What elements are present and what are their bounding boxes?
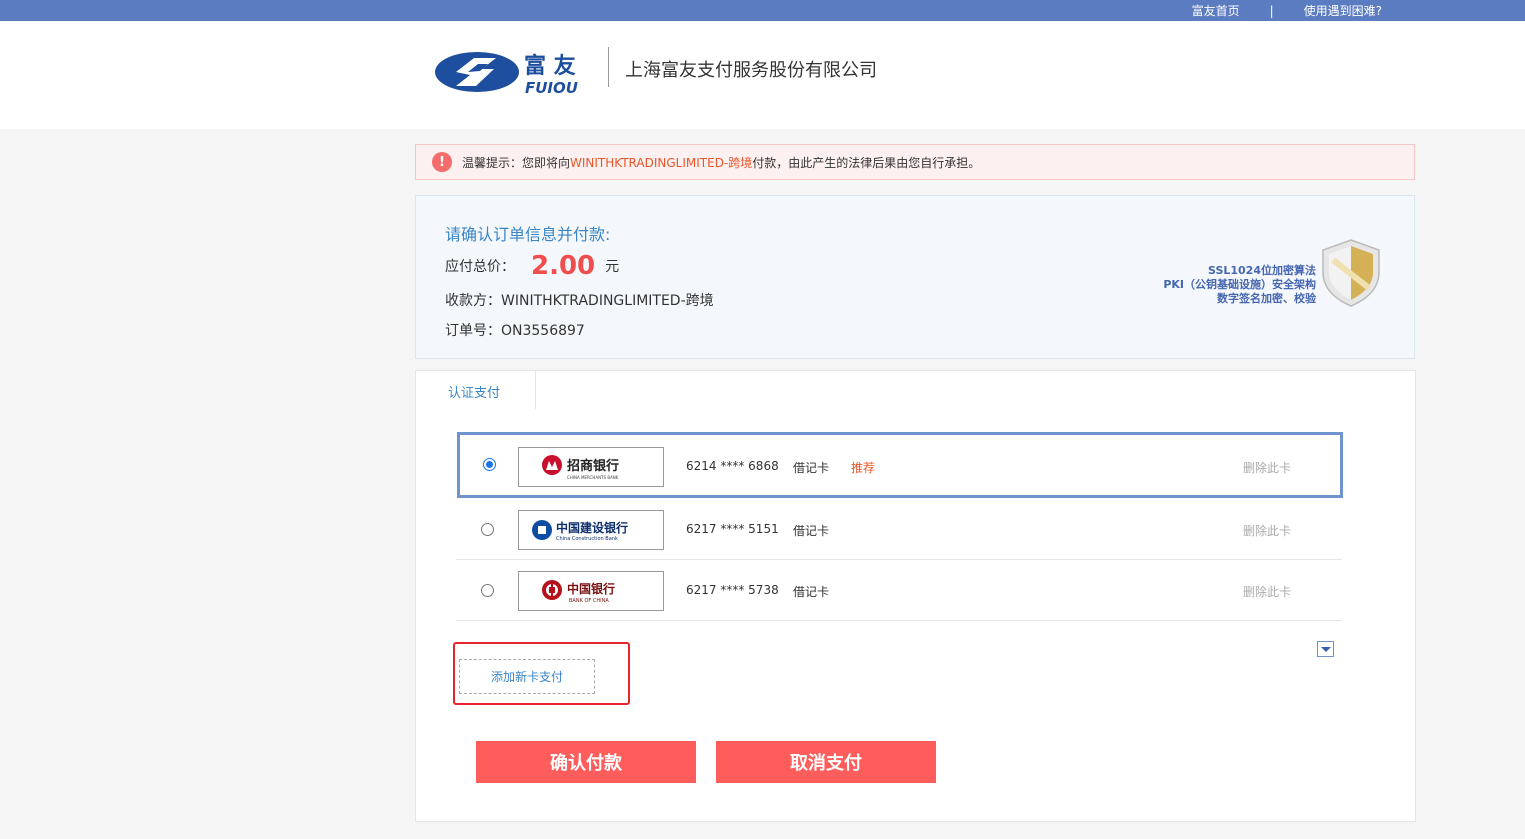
notice-prefix: 温馨提示：您即将向 xyxy=(462,155,571,170)
currency: 元 xyxy=(605,259,620,275)
order-title: 请确认订单信息并付款: xyxy=(445,225,611,244)
amount-row: 应付总价： 2.00 元 xyxy=(445,251,619,281)
warning-notice: ! 温馨提示：您即将向 WINITHKTRADINGLIMITED-跨境 付款，由此… xyxy=(415,144,1415,180)
delete-card-link[interactable]: 删除此卡 xyxy=(1243,459,1291,476)
top-bar: 富友首页 | 使用遇到困难? xyxy=(0,0,1525,21)
bank-name-cn: 招商银行 xyxy=(567,458,619,474)
company-name: 上海富友支付服务股份有限公司 xyxy=(625,60,877,81)
bank-name-cn: 中国银行 xyxy=(567,581,615,596)
security-line-1: SSL1024位加密算法 xyxy=(1208,264,1316,277)
warning-icon: ! xyxy=(432,152,452,172)
bank-logo-cmb: 招商银行 CHINA MERCHANTS BANK xyxy=(518,447,664,487)
payee-row: 收款方：WINITHKTRADINGLIMITED-跨境 xyxy=(445,290,714,310)
notice-suffix: 付款，由此产生的法律后果由您自行承担。 xyxy=(752,155,981,170)
card-type: 借记卡 xyxy=(793,461,830,475)
shield-icon xyxy=(1322,239,1380,307)
ccb-logo-icon: 中国建设银行 China Construction Bank xyxy=(532,520,628,542)
card-row[interactable]: 中国建设银行 China Construction Bank 6217 ****… xyxy=(456,499,1342,560)
logo-divider xyxy=(608,47,609,87)
payment-panel: 认证支付 招商银行 CHINA MERCHANTS BANK 6214 ****… xyxy=(415,370,1416,822)
card-row[interactable]: 中国银行 BANK OF CHINA 6217 **** 5738 借记卡 删除… xyxy=(456,560,1342,621)
confirm-payment-button[interactable]: 确认付款 xyxy=(476,741,696,783)
card-number: 6217 **** 5738 xyxy=(686,583,779,597)
bank-logo-ccb: 中国建设银行 China Construction Bank xyxy=(518,510,664,550)
amount-label: 应付总价： xyxy=(445,259,515,275)
expand-cards-icon[interactable] xyxy=(1317,641,1334,657)
card-radio[interactable] xyxy=(483,458,496,471)
recommend-badge: 推荐 xyxy=(851,461,876,475)
order-no-label: 订单号： xyxy=(445,323,501,339)
bank-name-en: China Construction Bank xyxy=(556,536,618,542)
card-number: 6214 **** 6868 xyxy=(686,459,779,473)
security-line-3: 数字签名加密、校验 xyxy=(1217,292,1316,305)
bank-name-en: BANK OF CHINA xyxy=(569,598,609,604)
payee-label: 收款方： xyxy=(445,293,501,309)
payee-value: WINITHKTRADINGLIMITED-跨境 xyxy=(501,293,714,309)
card-type: 借记卡 xyxy=(793,585,830,599)
bank-name-cn: 中国建设银行 xyxy=(556,520,628,535)
top-links: 富友首页 | 使用遇到困难? xyxy=(1192,0,1382,21)
card-radio[interactable] xyxy=(481,584,494,597)
card-number: 6217 **** 5151 xyxy=(686,522,779,536)
cmb-logo-icon: 招商银行 CHINA MERCHANTS BANK xyxy=(542,455,619,480)
order-no-row: 订单号：ON3556897 xyxy=(445,320,585,340)
tab-certified-pay[interactable]: 认证支付 xyxy=(416,371,536,409)
fuiou-logo: 富 友 FUIOU xyxy=(435,52,578,97)
add-card-highlight: 添加新卡支付 xyxy=(453,642,630,705)
boc-logo-icon: 中国银行 BANK OF CHINA xyxy=(542,580,615,604)
notice-merchant: WINITHKTRADINGLIMITED-跨境 xyxy=(570,155,753,170)
add-new-card-button[interactable]: 添加新卡支付 xyxy=(459,659,595,694)
delete-card-link[interactable]: 删除此卡 xyxy=(1243,583,1291,600)
header: 富 友 FUIOU 上海富友支付服务股份有限公司 xyxy=(0,21,1525,129)
help-link[interactable]: 使用遇到困难? xyxy=(1304,2,1382,19)
order-info: 请确认订单信息并付款: 应付总价： 2.00 元 收款方：WINITHKTRAD… xyxy=(415,195,1415,359)
security-line-2: PKI（公钥基础设施）安全架构 xyxy=(1163,278,1316,291)
card-row[interactable]: 招商银行 CHINA MERCHANTS BANK 6214 **** 6868… xyxy=(457,432,1343,498)
bank-name-en: CHINA MERCHANTS BANK xyxy=(567,475,619,480)
security-info: SSL1024位加密算法 PKI（公钥基础设施）安全架构 数字签名加密、校验 xyxy=(1163,264,1316,306)
home-link[interactable]: 富友首页 xyxy=(1192,2,1240,19)
logo-text-cn: 富 友 xyxy=(524,53,576,79)
link-separator: | xyxy=(1269,3,1274,18)
cancel-payment-button[interactable]: 取消支付 xyxy=(716,741,936,783)
card-radio[interactable] xyxy=(481,523,494,536)
delete-card-link[interactable]: 删除此卡 xyxy=(1243,522,1291,539)
bank-logo-boc: 中国银行 BANK OF CHINA xyxy=(518,571,664,611)
card-type: 借记卡 xyxy=(793,524,830,538)
amount-value: 2.00 xyxy=(531,251,596,281)
order-no-value: ON3556897 xyxy=(501,323,585,339)
logo-text-en: FUIOU xyxy=(525,79,578,97)
